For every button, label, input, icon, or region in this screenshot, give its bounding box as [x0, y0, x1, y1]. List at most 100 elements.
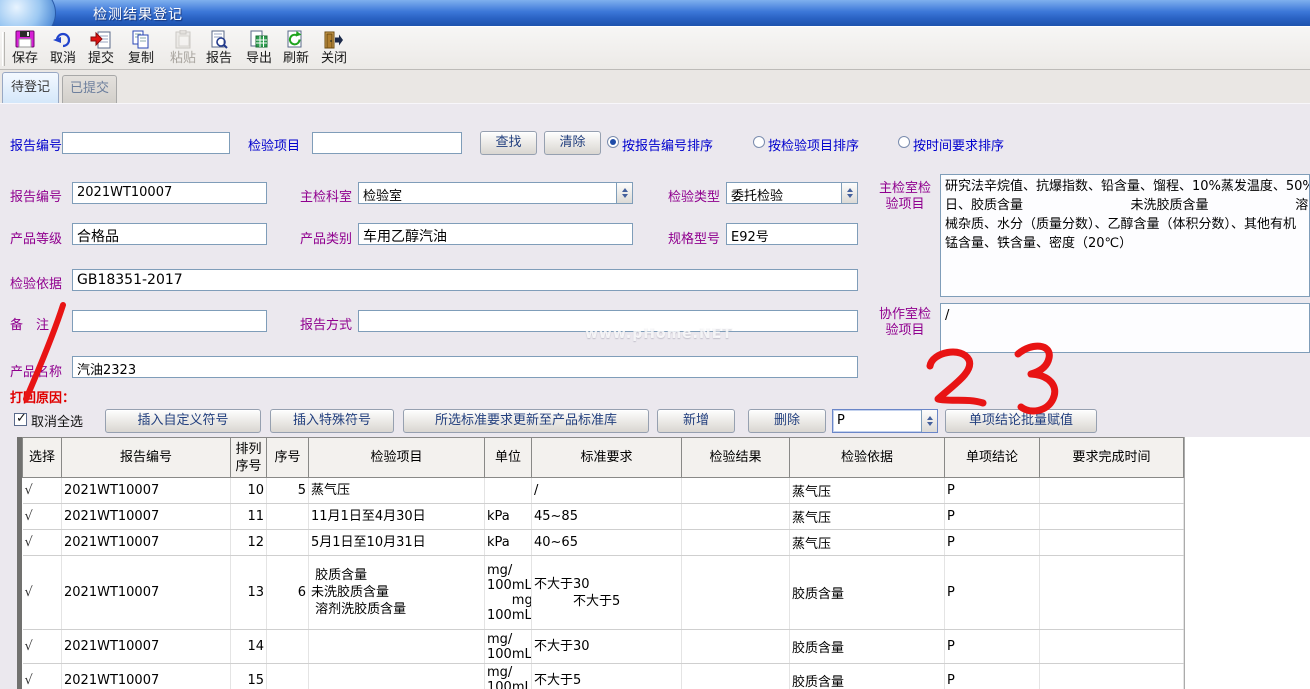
- col-seq[interactable]: 序号: [267, 438, 309, 478]
- cell-result[interactable]: [682, 504, 790, 530]
- export-button[interactable]: 导出: [240, 29, 278, 69]
- table-row[interactable]: √ 2021WT10007 11 11月1日至4月30日 kPa 45~85 蒸…: [23, 504, 1184, 530]
- refresh-icon: [277, 30, 315, 50]
- add-button[interactable]: 新增: [657, 409, 735, 433]
- cell-due: [1040, 556, 1184, 630]
- cell-item: [309, 630, 485, 664]
- main-items-textarea[interactable]: 研究法辛烷值、抗爆指数、铅含量、馏程、10%蒸发温度、50%蒸 日、胶质含量 未…: [940, 174, 1310, 297]
- cell-seq: [267, 630, 309, 664]
- cell-result[interactable]: [682, 556, 790, 630]
- clear-button[interactable]: 清除: [544, 131, 601, 155]
- spec-field[interactable]: E92号: [726, 223, 858, 245]
- product-name-field[interactable]: 汽油2323: [72, 356, 858, 378]
- find-button[interactable]: 查找: [480, 131, 537, 155]
- cell-item: 胶质含量 未洗胶质含量 溶剂洗胶质含量: [309, 556, 485, 630]
- batch-assign-button[interactable]: 单项结论批量赋值: [945, 409, 1097, 433]
- cell-conclusion[interactable]: P: [945, 630, 1040, 664]
- refresh-button[interactable]: 刷新: [277, 29, 315, 69]
- spinner-icon[interactable]: [841, 183, 857, 203]
- submit-button[interactable]: 提交: [82, 29, 120, 69]
- col-select[interactable]: 选择: [23, 438, 62, 478]
- cell-due: [1040, 630, 1184, 664]
- cell-result[interactable]: [682, 630, 790, 664]
- spec-label: 规格型号: [668, 228, 720, 247]
- row-check[interactable]: √: [23, 664, 62, 689]
- insert-custom-symbol-button[interactable]: 插入自定义符号: [105, 409, 261, 433]
- col-item[interactable]: 检验项目: [309, 438, 485, 478]
- title-bar: 检测结果登记: [0, 0, 1310, 26]
- row-check[interactable]: √: [23, 504, 62, 530]
- cell-conclusion[interactable]: P: [945, 504, 1040, 530]
- cancel-button[interactable]: 取消: [44, 29, 82, 69]
- remark-field[interactable]: [72, 310, 267, 332]
- cell-basis: 蒸气压: [790, 478, 945, 504]
- cell-order-no: 12: [231, 530, 267, 556]
- spinner-icon[interactable]: [921, 410, 937, 432]
- cell-due: [1040, 504, 1184, 530]
- search-item-input[interactable]: [312, 132, 462, 154]
- col-conclusion[interactable]: 单项结论: [945, 438, 1040, 478]
- cell-conclusion[interactable]: P: [945, 478, 1040, 504]
- col-standard[interactable]: 标准要求: [532, 438, 682, 478]
- basis-field[interactable]: GB18351-2017: [72, 269, 858, 291]
- cell-basis: 胶质含量: [790, 664, 945, 689]
- cell-result[interactable]: [682, 530, 790, 556]
- cell-standard: 不大于30: [532, 630, 682, 664]
- copy-button[interactable]: 复制: [122, 29, 160, 69]
- tab-pending[interactable]: 待登记: [2, 72, 59, 103]
- report-button[interactable]: 报告: [200, 29, 238, 69]
- cell-due: [1040, 478, 1184, 504]
- row-check[interactable]: √: [23, 478, 62, 504]
- grade-field[interactable]: 合格品: [72, 223, 267, 245]
- collab-items-label: 协作室检验项目: [876, 307, 934, 339]
- cell-item: 蒸气压: [309, 478, 485, 504]
- save-button[interactable]: 保存: [6, 29, 44, 69]
- watermark: www.pHome.NET: [585, 326, 733, 342]
- col-due[interactable]: 要求完成时间: [1040, 438, 1184, 478]
- col-basis[interactable]: 检验依据: [790, 438, 945, 478]
- uncheck-all-label: 取消全选: [31, 411, 83, 430]
- row-check[interactable]: √: [23, 530, 62, 556]
- report-icon: [200, 30, 238, 50]
- col-result[interactable]: 检验结果: [682, 438, 790, 478]
- cell-conclusion[interactable]: P: [945, 530, 1040, 556]
- col-report-no[interactable]: 报告编号: [62, 438, 231, 478]
- cell-basis: 胶质含量: [790, 556, 945, 630]
- type-label: 检验类型: [668, 186, 720, 205]
- table-row[interactable]: √ 2021WT10007 12 5月1日至10月31日 kPa 40~65 蒸…: [23, 530, 1184, 556]
- report-mode-label: 报告方式: [300, 314, 352, 333]
- sort-by-item-radio[interactable]: [753, 136, 765, 148]
- type-combo[interactable]: 委托检验: [726, 182, 858, 204]
- table-row[interactable]: √ 2021WT10007 14 mg/ 100mL 不大于30 胶质含量 P: [23, 630, 1184, 664]
- row-check[interactable]: √: [23, 630, 62, 664]
- category-field[interactable]: 车用乙醇汽油: [358, 223, 633, 245]
- row-check[interactable]: √: [23, 556, 62, 630]
- sort-by-report-radio[interactable]: [607, 136, 619, 148]
- spinner-icon[interactable]: [616, 183, 632, 203]
- report-no-field[interactable]: 2021WT10007: [72, 182, 267, 204]
- close-button[interactable]: 关闭: [315, 29, 353, 69]
- search-report-no-input[interactable]: [62, 132, 230, 154]
- paste-icon: [164, 30, 202, 50]
- delete-button[interactable]: 删除: [748, 409, 826, 433]
- cell-conclusion[interactable]: P: [945, 664, 1040, 689]
- cell-result[interactable]: [682, 478, 790, 504]
- insert-special-symbol-button[interactable]: 插入特殊符号: [270, 409, 394, 433]
- sort-by-time-radio[interactable]: [898, 136, 910, 148]
- table-row[interactable]: √ 2021WT10007 15 mg/ 100mL 不大于5 胶质含量 P: [23, 664, 1184, 689]
- cell-order-no: 11: [231, 504, 267, 530]
- uncheck-all-checkbox[interactable]: [14, 413, 27, 426]
- col-unit[interactable]: 单位: [485, 438, 532, 478]
- collab-items-textarea[interactable]: /: [940, 303, 1310, 353]
- col-order-no[interactable]: 排列序号: [231, 438, 267, 478]
- cell-result[interactable]: [682, 664, 790, 689]
- cell-order-no: 14: [231, 630, 267, 664]
- tab-submitted[interactable]: 已提交: [62, 75, 117, 103]
- table-row[interactable]: √ 2021WT10007 13 6 胶质含量 未洗胶质含量 溶剂洗胶质含量 m…: [23, 556, 1184, 630]
- table-row[interactable]: √ 2021WT10007 10 5 蒸气压 / 蒸气压 P: [23, 478, 1184, 504]
- conclusion-combo[interactable]: P: [832, 409, 938, 433]
- product-name-label: 产品名称: [10, 361, 62, 380]
- cell-conclusion[interactable]: P: [945, 556, 1040, 630]
- dept-combo[interactable]: 检验室: [358, 182, 633, 204]
- update-standard-button[interactable]: 所选标准要求更新至产品标准库: [403, 409, 649, 433]
